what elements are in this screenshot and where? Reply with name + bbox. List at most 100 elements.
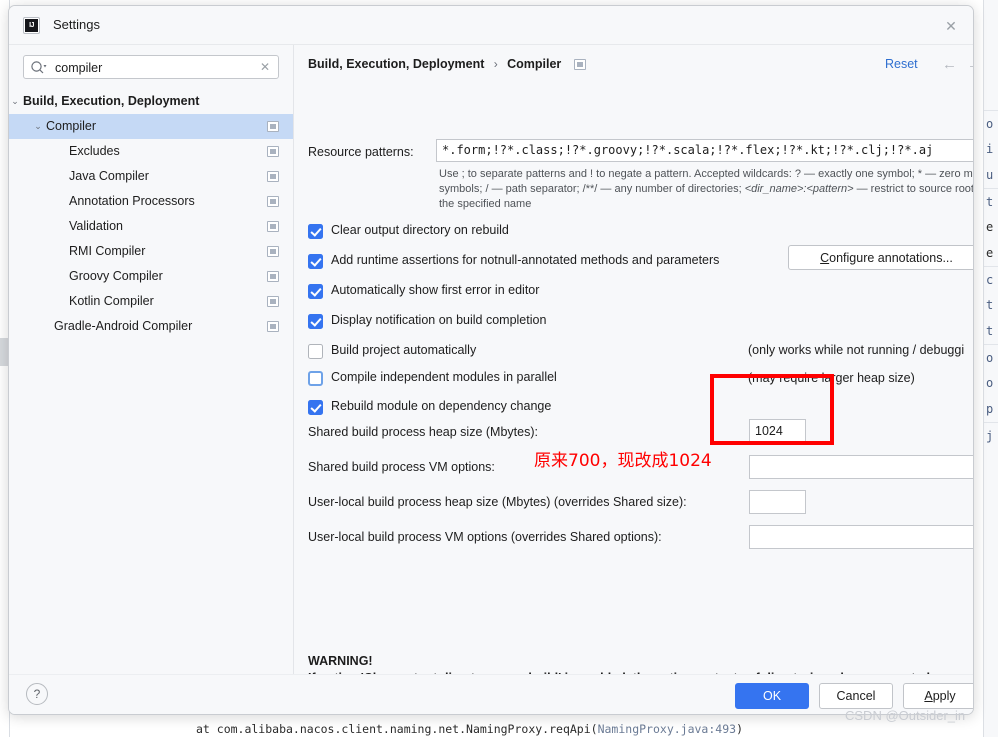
- background-code-fragment: o: [986, 376, 994, 390]
- checkbox-label: Clear output directory on rebuild: [331, 223, 509, 237]
- reset-link[interactable]: Reset: [885, 57, 918, 71]
- search-input[interactable]: [53, 58, 253, 77]
- text-field[interactable]: [749, 419, 806, 443]
- help-icon[interactable]: ?: [26, 683, 48, 705]
- breadcrumb-item-compiler: Compiler: [507, 57, 562, 71]
- sidebar-item-gradle-android-compiler[interactable]: Gradle-Android Compiler: [9, 314, 293, 339]
- nav-back-icon[interactable]: ←: [942, 56, 957, 73]
- sidebar-item-rmi-compiler[interactable]: RMI Compiler: [9, 239, 293, 264]
- checkbox-icon[interactable]: [308, 314, 323, 329]
- settings-sync-icon[interactable]: [573, 59, 586, 70]
- ok-button[interactable]: OK: [735, 683, 809, 709]
- background-code-fragment: u: [986, 168, 994, 182]
- settings-sidebar: ✕ ⌄Build, Execution, Deployment⌄Compiler…: [9, 45, 293, 675]
- sidebar-item-label: Kotlin Compiler: [69, 294, 154, 308]
- chevron-down-icon[interactable]: ⌄: [9, 89, 21, 114]
- nav-forward-icon[interactable]: →: [967, 56, 973, 73]
- settings-sync-icon[interactable]: [267, 146, 279, 157]
- option-note: (only works while not running / debuggi: [748, 343, 965, 357]
- configure-annotations-button[interactable]: Configure annotations...: [788, 245, 973, 270]
- sidebar-item-java-compiler[interactable]: Java Compiler: [9, 164, 293, 189]
- resource-patterns-value: *.form;!?*.class;!?*.groovy;!?*.scala;!?…: [442, 143, 934, 157]
- dialog-body: ✕ ⌄Build, Execution, Deployment⌄Compiler…: [9, 45, 973, 675]
- sidebar-item-label: Gradle-Android Compiler: [54, 319, 193, 333]
- background-code-fragment: c: [984, 266, 998, 292]
- apply-button[interactable]: Apply: [903, 683, 973, 709]
- hint-line-1: Use ; to separate patterns and ! to nega…: [439, 168, 961, 180]
- sidebar-item-label: Compiler: [46, 119, 97, 133]
- sidebar-item-label: Annotation Processors: [69, 194, 195, 208]
- field-label: Shared build process VM options:: [308, 460, 495, 474]
- background-code-fragment: t: [986, 298, 994, 312]
- sidebar-item-label: Excludes: [69, 144, 120, 158]
- chevron-down-icon[interactable]: ⌄: [32, 114, 44, 139]
- checkbox-label: Automatically show first error in editor: [331, 283, 540, 297]
- settings-sync-icon[interactable]: [267, 221, 279, 232]
- settings-sync-icon[interactable]: [267, 196, 279, 207]
- intellij-logo-icon: IJ: [23, 17, 40, 34]
- settings-content-pane: Build, Execution, Deployment › Compiler …: [294, 45, 973, 675]
- settings-sync-icon[interactable]: [267, 246, 279, 257]
- text-field-input[interactable]: [750, 526, 973, 548]
- warning-text-block: WARNING! If option 'Clear output directo…: [308, 653, 930, 675]
- settings-sync-icon[interactable]: [267, 296, 279, 307]
- background-right-code-strip: oiuteecttoopj: [983, 0, 998, 737]
- resource-patterns-hint: Use ; to separate patterns and ! to nega…: [439, 167, 973, 212]
- hint-line-2c: — restrict to: [853, 183, 916, 195]
- text-field-input[interactable]: [750, 491, 805, 513]
- background-code-fragment: t: [986, 324, 994, 338]
- console-source-link[interactable]: NamingProxy.java:493: [598, 722, 736, 736]
- background-console-stacktrace-line: at com.alibaba.nacos.client.naming.net.N…: [196, 722, 743, 736]
- clear-search-icon[interactable]: ✕: [258, 60, 272, 74]
- checkbox-icon[interactable]: [308, 284, 323, 299]
- sidebar-item-label: Groovy Compiler: [69, 269, 163, 283]
- sidebar-item-groovy-compiler[interactable]: Groovy Compiler: [9, 264, 293, 289]
- background-code-fragment: p: [986, 402, 994, 416]
- resource-patterns-field[interactable]: *.form;!?*.class;!?*.groovy;!?*.scala;!?…: [436, 139, 973, 162]
- hint-line-2b: <dir_name>:<pattern>: [744, 183, 854, 195]
- checkbox-icon[interactable]: [308, 224, 323, 239]
- settings-dialog: IJ Settings ✕ ✕ ⌄Build, Execution, Deplo…: [8, 5, 974, 715]
- sidebar-item-label: Java Compiler: [69, 169, 149, 183]
- settings-sync-icon[interactable]: [267, 121, 279, 132]
- sidebar-item-kotlin-compiler[interactable]: Kotlin Compiler: [9, 289, 293, 314]
- field-label: User-local build process VM options (ove…: [308, 530, 662, 544]
- checkbox-label: Rebuild module on dependency change: [331, 399, 552, 413]
- settings-sync-icon[interactable]: [267, 171, 279, 182]
- background-code-fragment: o: [984, 344, 998, 370]
- checkbox-icon[interactable]: [308, 371, 323, 386]
- checkbox-icon[interactable]: [308, 400, 323, 415]
- sidebar-item-compiler[interactable]: ⌄ Compiler: [9, 114, 293, 139]
- cancel-button[interactable]: Cancel: [819, 683, 893, 709]
- option-note: (may require larger heap size): [748, 371, 915, 385]
- settings-tree: ⌄ Build, Execution, Deployment ⌄ Compiler Ex…: [9, 89, 293, 339]
- field-label: User-local build process heap size (Mbyt…: [308, 495, 687, 509]
- checkbox-icon[interactable]: [308, 254, 323, 269]
- checkbox-label: Build project automatically: [331, 343, 477, 357]
- checkbox-icon[interactable]: [308, 344, 323, 359]
- breadcrumb-item-root[interactable]: Build, Execution, Deployment: [308, 57, 484, 71]
- text-field-input[interactable]: [750, 456, 973, 478]
- sidebar-item-excludes[interactable]: Excludes: [9, 139, 293, 164]
- console-text-prefix: at com.alibaba.nacos.client.naming.net.N…: [196, 722, 598, 736]
- text-field[interactable]: [749, 490, 806, 514]
- dialog-titlebar: IJ Settings ✕: [9, 6, 973, 45]
- search-box[interactable]: ✕: [23, 55, 279, 79]
- settings-sync-icon[interactable]: [267, 321, 279, 332]
- close-icon[interactable]: ✕: [942, 17, 960, 35]
- sidebar-item-annotation-processors[interactable]: Annotation Processors: [9, 189, 293, 214]
- background-code-fragment: o: [984, 110, 998, 136]
- text-field[interactable]: ⤵: [749, 455, 973, 479]
- checkbox-label: Display notification on build completion: [331, 313, 547, 327]
- settings-sync-icon[interactable]: [267, 271, 279, 282]
- sidebar-item-build-execution-deployment[interactable]: ⌄ Build, Execution, Deployment: [9, 89, 293, 114]
- search-icon: [30, 60, 47, 75]
- text-field[interactable]: ⤵: [749, 525, 973, 549]
- watermark: CSDN @Outsider_in: [845, 708, 966, 723]
- background-code-fragment: j: [984, 422, 998, 448]
- annotation-note-text: 原来700，现改成1024: [534, 451, 712, 471]
- field-label: Shared build process heap size (Mbytes):: [308, 425, 538, 439]
- checkbox-label: Add runtime assertions for notnull-annot…: [331, 253, 720, 267]
- text-field-input[interactable]: [750, 420, 805, 442]
- sidebar-item-validation[interactable]: Validation: [9, 214, 293, 239]
